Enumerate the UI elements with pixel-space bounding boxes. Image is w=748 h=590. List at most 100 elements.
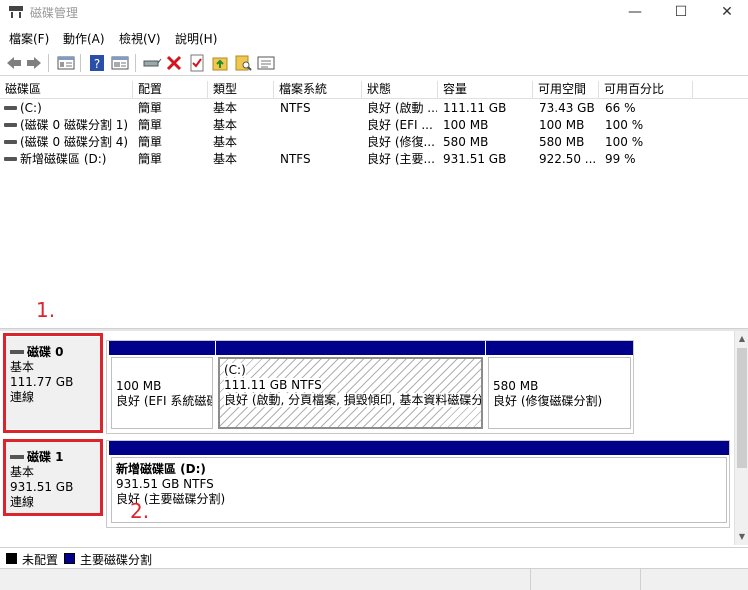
legend-primary-partition: 主要磁碟分割: [80, 553, 153, 567]
column-header-status[interactable]: 狀態: [362, 81, 438, 99]
status-bar-segment: [530, 569, 531, 590]
cell-file-system: NTFS: [280, 152, 311, 166]
partition-name: (C:): [224, 363, 246, 377]
partition-recovery[interactable]: 580 MB 良好 (修復磁碟分割): [486, 341, 633, 431]
partition-status: 良好 (啟動, 分頁檔案, 損毀傾印, 基本資料磁碟分割): [224, 393, 481, 407]
menu-help[interactable]: 說明(H): [175, 30, 217, 47]
table-row[interactable]: 新增磁碟區 (D:) 簡單 基本 NTFS 良好 (主要... 931.51 G…: [0, 151, 748, 168]
partition-d[interactable]: 新增磁碟區 (D:) 931.51 GB NTFS 良好 (主要磁碟分割): [109, 441, 729, 525]
partition-body: (C:) 111.11 GB NTFS 良好 (啟動, 分頁檔案, 損毀傾印, …: [218, 357, 483, 429]
drive-icon: [4, 122, 17, 127]
cell-capacity: 580 MB: [443, 135, 489, 149]
title-bar: 磁碟管理 — ☐ ✕: [0, 0, 748, 26]
disk-management-app-icon: [9, 6, 23, 18]
menu-file[interactable]: 檔案(F): [9, 30, 49, 47]
partition-size: 111.11 GB NTFS: [224, 378, 322, 392]
partition-body: 580 MB 良好 (修復磁碟分割): [488, 357, 631, 429]
cell-type: 基本: [213, 152, 238, 166]
partition-header: [216, 341, 485, 355]
column-header-type[interactable]: 類型: [208, 81, 274, 99]
menu-view[interactable]: 檢視(V): [119, 30, 161, 47]
cell-capacity: 111.11 GB: [443, 101, 507, 115]
annotation-number-1: 1.: [36, 298, 56, 322]
scrollbar-thumb[interactable]: [737, 348, 747, 468]
partition-c[interactable]: (C:) 111.11 GB NTFS 良好 (啟動, 分頁檔案, 損毀傾印, …: [216, 341, 485, 431]
disk-0-partition-bar: 100 MB 良好 (EFI 系統磁碟分割) (C:) 111.11 GB NT…: [106, 340, 634, 434]
cell-percent-free: 99 %: [605, 152, 636, 166]
properties-icon[interactable]: [110, 53, 130, 73]
check-icon[interactable]: [187, 53, 207, 73]
cell-status: 良好 (修復...: [367, 135, 435, 149]
cell-capacity: 931.51 GB: [443, 152, 507, 166]
help-icon[interactable]: ?: [87, 53, 107, 73]
volume-list-header: 磁碟區 配置 類型 檔案系統 狀態 容量 可用空間 可用百分比: [0, 81, 748, 99]
table-row[interactable]: (磁碟 0 磁碟分割 1) 簡單 基本 良好 (EFI ... 100 MB 1…: [0, 117, 748, 134]
column-header-percent-free[interactable]: 可用百分比: [599, 81, 693, 99]
close-button[interactable]: ✕: [704, 0, 748, 26]
cell-volume: (磁碟 0 磁碟分割 4): [4, 134, 134, 151]
menu-action[interactable]: 動作(A): [63, 30, 105, 47]
vertical-scrollbar[interactable]: ▲ ▼: [734, 331, 748, 545]
cell-type: 基本: [213, 101, 238, 115]
cell-file-system: NTFS: [280, 101, 311, 115]
cell-percent-free: 66 %: [605, 101, 636, 115]
scroll-down-arrow-icon[interactable]: ▼: [735, 530, 748, 544]
cell-free-space: 580 MB: [539, 135, 585, 149]
connect-drive-icon[interactable]: [142, 53, 162, 73]
unallocated-swatch: [6, 553, 17, 564]
cell-volume: (C:): [4, 100, 132, 117]
cell-status: 良好 (主要...: [367, 152, 435, 166]
column-header-file-system[interactable]: 檔案系統: [274, 81, 362, 99]
partition-header: [109, 341, 215, 355]
drive-icon: [4, 156, 17, 161]
highlight-box-disk-0: [3, 333, 103, 433]
partition-efi[interactable]: 100 MB 良好 (EFI 系統磁碟分割): [109, 341, 215, 431]
svg-text:?: ?: [94, 57, 100, 71]
table-row[interactable]: (C:) 簡單 基本 NTFS 良好 (啟動 ... 111.11 GB 73.…: [0, 100, 748, 117]
toolbar: ?: [0, 50, 748, 76]
partition-header: [109, 441, 729, 455]
partition-status: 良好 (EFI 系統磁碟分割): [116, 394, 212, 408]
drive-icon: [4, 139, 17, 144]
column-header-capacity[interactable]: 容量: [438, 81, 533, 99]
cell-layout: 簡單: [138, 135, 163, 149]
highlight-box-disk-1: [3, 439, 103, 516]
search-folder-icon[interactable]: [233, 53, 253, 73]
menu-bar: 檔案(F) 動作(A) 檢視(V) 說明(H): [0, 27, 748, 49]
cell-free-space: 100 MB: [539, 118, 585, 132]
partition-status: 良好 (主要磁碟分割): [116, 492, 226, 506]
window-title: 磁碟管理: [30, 6, 79, 20]
partition-body: 100 MB 良好 (EFI 系統磁碟分割): [111, 357, 213, 429]
up-folder-icon[interactable]: [210, 53, 230, 73]
drive-icon: [4, 105, 17, 110]
primary-partition-swatch: [64, 553, 75, 564]
partition-size: 931.51 GB NTFS: [116, 477, 214, 491]
disk-graphical-view: 磁碟 0 基本 111.77 GB 連線 100 MB 良好 (EFI 系統磁碟…: [0, 331, 734, 545]
column-header-layout[interactable]: 配置: [133, 81, 208, 99]
forward-arrow-icon[interactable]: [24, 53, 44, 73]
cell-type: 基本: [213, 135, 238, 149]
partition-body: 新增磁碟區 (D:) 931.51 GB NTFS 良好 (主要磁碟分割): [111, 457, 727, 523]
back-arrow-icon[interactable]: [4, 53, 24, 73]
column-header-volume[interactable]: 磁碟區: [0, 81, 133, 99]
cell-layout: 簡單: [138, 118, 163, 132]
delete-icon[interactable]: [164, 53, 184, 73]
scroll-up-arrow-icon[interactable]: ▲: [735, 332, 748, 346]
show-hide-console-tree-icon[interactable]: [56, 53, 76, 73]
cell-free-space: 922.50 ...: [539, 152, 597, 166]
cell-type: 基本: [213, 118, 238, 132]
column-header-free-space[interactable]: 可用空間: [533, 81, 599, 99]
minimize-button[interactable]: —: [612, 0, 658, 26]
cell-status: 良好 (啟動 ...: [367, 101, 437, 115]
partition-size: 580 MB: [493, 379, 539, 393]
status-bar: [0, 568, 748, 590]
partition-size: 100 MB: [116, 379, 162, 393]
table-row[interactable]: (磁碟 0 磁碟分割 4) 簡單 基本 良好 (修復... 580 MB 580…: [0, 134, 748, 151]
console-icon[interactable]: [256, 53, 276, 73]
maximize-button[interactable]: ☐: [658, 0, 704, 26]
disk-1-partition-bar: 新增磁碟區 (D:) 931.51 GB NTFS 良好 (主要磁碟分割): [106, 440, 730, 528]
cell-layout: 簡單: [138, 101, 163, 115]
cell-status: 良好 (EFI ...: [367, 118, 433, 132]
cell-capacity: 100 MB: [443, 118, 489, 132]
cell-volume: (磁碟 0 磁碟分割 1): [4, 117, 134, 134]
